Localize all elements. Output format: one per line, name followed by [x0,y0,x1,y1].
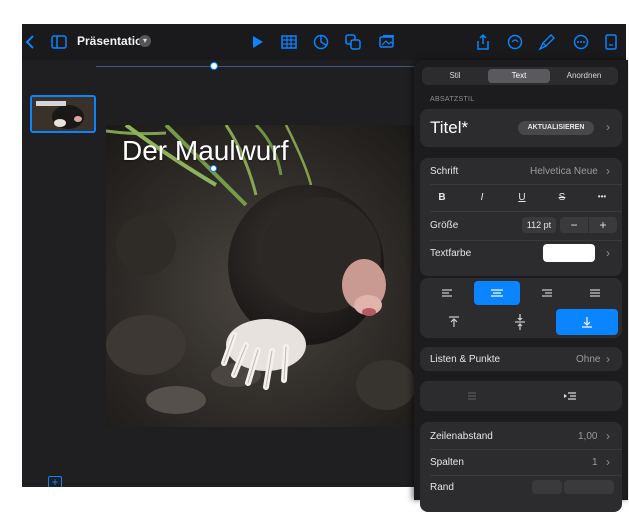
document-icon[interactable] [602,33,620,51]
top-toolbar: Präsentation ▾ [22,24,626,60]
text-color-swatch[interactable] [543,244,595,262]
mole-photo [106,125,416,427]
chevron-right-icon: › [606,455,610,469]
update-style-button[interactable]: AKTUALISIEREN [518,121,594,135]
format-panel: Stil Text Anordnen ABSATZSTIL Titel* AKT… [414,60,628,512]
divider [430,475,622,476]
selection-guide-line [96,66,416,67]
italic-button[interactable]: I [472,192,492,203]
spacing-group: Zeilenabstand 1,00 › Spalten 1 › Rand [420,422,622,512]
chart-icon[interactable] [312,33,330,51]
bold-button[interactable]: B [432,192,452,203]
chevron-right-icon: › [606,246,610,260]
play-icon[interactable] [248,33,266,51]
align-center-button[interactable] [474,281,520,305]
tab-text[interactable]: Text [488,69,550,83]
panel-tabs: Stil Text Anordnen [422,67,618,85]
chevron-right-icon: › [606,429,610,443]
media-icon[interactable] [378,33,396,51]
font-group: Schrift Helvetica Neue › B I U S ••• Grö… [420,158,622,276]
chevron-right-icon: › [606,120,610,134]
columns-label: Spalten [430,457,464,468]
indent-icon [564,392,576,400]
share-icon[interactable] [474,33,492,51]
indent-button[interactable] [522,384,618,408]
divider [430,211,622,212]
columns-value[interactable]: 1 [592,457,598,468]
lists-value: Ohne [576,354,601,365]
format-brush-icon[interactable] [538,33,556,51]
align-left-icon [442,289,452,297]
table-icon[interactable] [280,33,298,51]
margin-decrease-button[interactable] [532,480,562,494]
valign-middle-icon [515,314,525,330]
align-right-icon [542,289,552,297]
chevron-right-icon: › [606,352,610,366]
font-size-field[interactable]: 112 pt [522,217,556,233]
align-center-icon [491,289,503,297]
valign-top-icon [449,316,459,327]
strikethrough-button[interactable]: S [552,192,572,203]
text-selection-handle[interactable] [210,165,217,172]
justify-button[interactable] [572,281,618,305]
slide-title[interactable]: Der Maulwurf [122,135,288,167]
lists-row[interactable]: Listen & Punkte Ohne › [420,347,622,371]
divider [430,449,622,450]
chevron-down-icon[interactable]: ▾ [139,35,151,47]
paragraph-style-row[interactable]: Titel* AKTUALISIEREN › [420,109,622,147]
tab-arrange[interactable]: Anordnen [552,69,616,83]
selection-handle[interactable] [210,62,218,70]
size-increase-button[interactable]: + [589,217,617,233]
valign-bottom-button[interactable] [556,309,618,335]
more-icon[interactable] [572,33,590,51]
justify-icon [590,289,600,297]
back-icon[interactable] [22,33,40,51]
valign-bottom-icon [582,317,592,328]
sidebar-icon[interactable] [50,33,68,51]
slide-navigator [22,60,96,487]
size-label: Größe [430,220,459,231]
outdent-button[interactable] [424,384,520,408]
line-spacing-label: Zeilenabstand [430,431,493,442]
font-value[interactable]: Helvetica Neue [530,166,598,177]
size-decrease-button[interactable]: − [560,217,588,233]
add-slide-button[interactable]: + [48,476,62,487]
section-label: ABSATZSTIL [430,96,475,103]
divider [430,240,622,241]
alignment-group [420,278,622,338]
valign-middle-button[interactable] [490,309,550,335]
indent-group [420,381,622,411]
outdent-icon [468,392,476,400]
slide-thumbnail[interactable] [30,95,96,133]
margin-increase-button[interactable] [564,480,614,494]
more-text-options-button[interactable]: ••• [590,192,614,201]
line-spacing-value[interactable]: 1,00 [578,431,597,442]
align-right-button[interactable] [524,281,570,305]
chevron-right-icon: › [606,164,610,178]
margin-label: Rand [430,482,454,493]
paragraph-style-name: Titel* [430,118,469,137]
valign-top-button[interactable] [424,309,484,335]
text-color-label: Textfarbe [430,248,472,259]
tab-style[interactable]: Stil [424,69,486,83]
lists-label: Listen & Punkte [430,354,501,365]
underline-button[interactable]: U [512,192,532,203]
collab-icon[interactable] [506,33,524,51]
align-left-button[interactable] [424,281,470,305]
shape-icon[interactable] [344,33,362,51]
divider [430,184,622,185]
slide-canvas[interactable]: Der Maulwurf [106,125,416,427]
font-label: Schrift [430,166,459,177]
